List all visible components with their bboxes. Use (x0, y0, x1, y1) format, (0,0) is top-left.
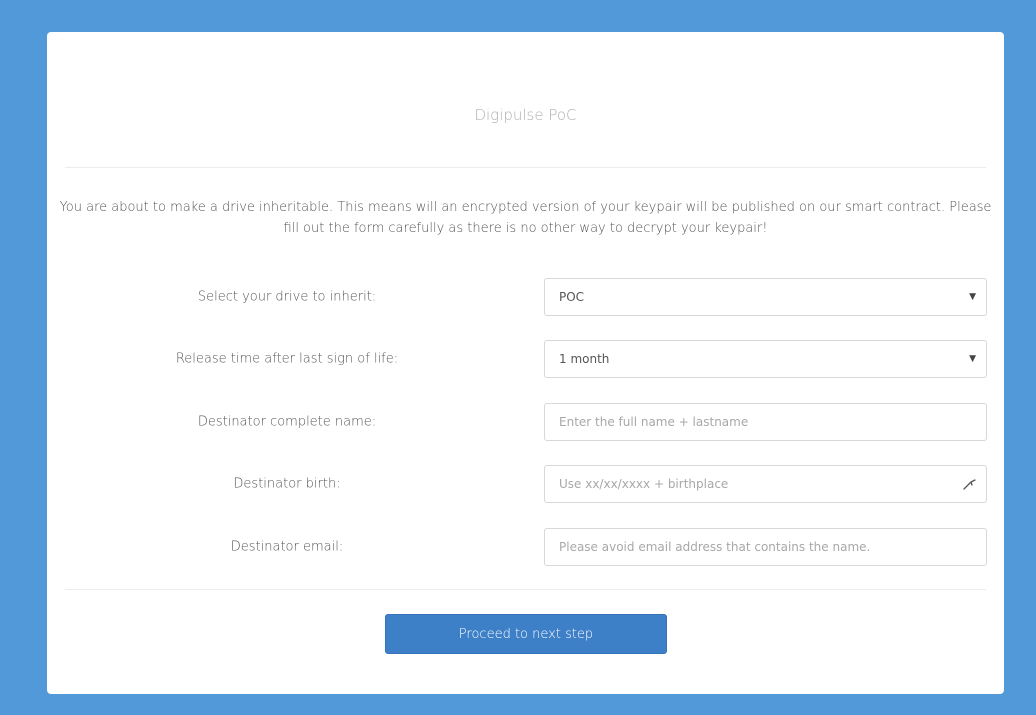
release-time-select[interactable]: 1 month ▼ (544, 340, 987, 378)
chevron-down-icon: ▼ (969, 292, 976, 302)
release-time-label: Release time after last sign of life: (175, 351, 399, 367)
bottom-divider (65, 589, 986, 590)
name-input[interactable]: Enter the full name + lastname (544, 403, 987, 441)
release-time-select-value: 1 month (559, 352, 610, 366)
form-row-email: Destinator email: Please avoid email add… (47, 528, 1004, 566)
top-divider (65, 167, 986, 168)
form-row-release-time: Release time after last sign of life: 1 … (47, 340, 1004, 378)
name-label: Destinator complete name: (197, 414, 377, 430)
form-row-drive: Select your drive to inherit: POC ▼ (47, 278, 1004, 316)
name-input-placeholder: Enter the full name + lastname (559, 415, 749, 429)
birth-input[interactable]: Use xx/xx/xxxx + birthplace (544, 465, 987, 503)
birth-input-placeholder: Use xx/xx/xxxx + birthplace (559, 477, 729, 491)
drive-label: Select your drive to inherit: (197, 289, 377, 305)
birth-label: Destinator birth: (233, 476, 341, 492)
form-row-birth: Destinator birth: Use xx/xx/xxxx + birth… (47, 465, 1004, 503)
chevron-down-icon: ▼ (969, 354, 976, 364)
drive-select-value: POC (559, 290, 585, 304)
email-input-placeholder: Please avoid email address that contains… (559, 540, 871, 554)
key-icon (963, 479, 976, 490)
intro-text: You are about to make a drive inheritabl… (59, 200, 992, 236)
drive-select[interactable]: POC ▼ (544, 278, 987, 316)
email-label: Destinator email: (230, 539, 344, 555)
main-panel: Digipulse PoC You are about to make a dr… (47, 32, 1004, 694)
form-row-name: Destinator complete name: Enter the full… (47, 403, 1004, 441)
proceed-button[interactable]: Proceed to next step (385, 614, 667, 654)
page-title: Digipulse PoC (474, 106, 577, 124)
email-input[interactable]: Please avoid email address that contains… (544, 528, 987, 566)
